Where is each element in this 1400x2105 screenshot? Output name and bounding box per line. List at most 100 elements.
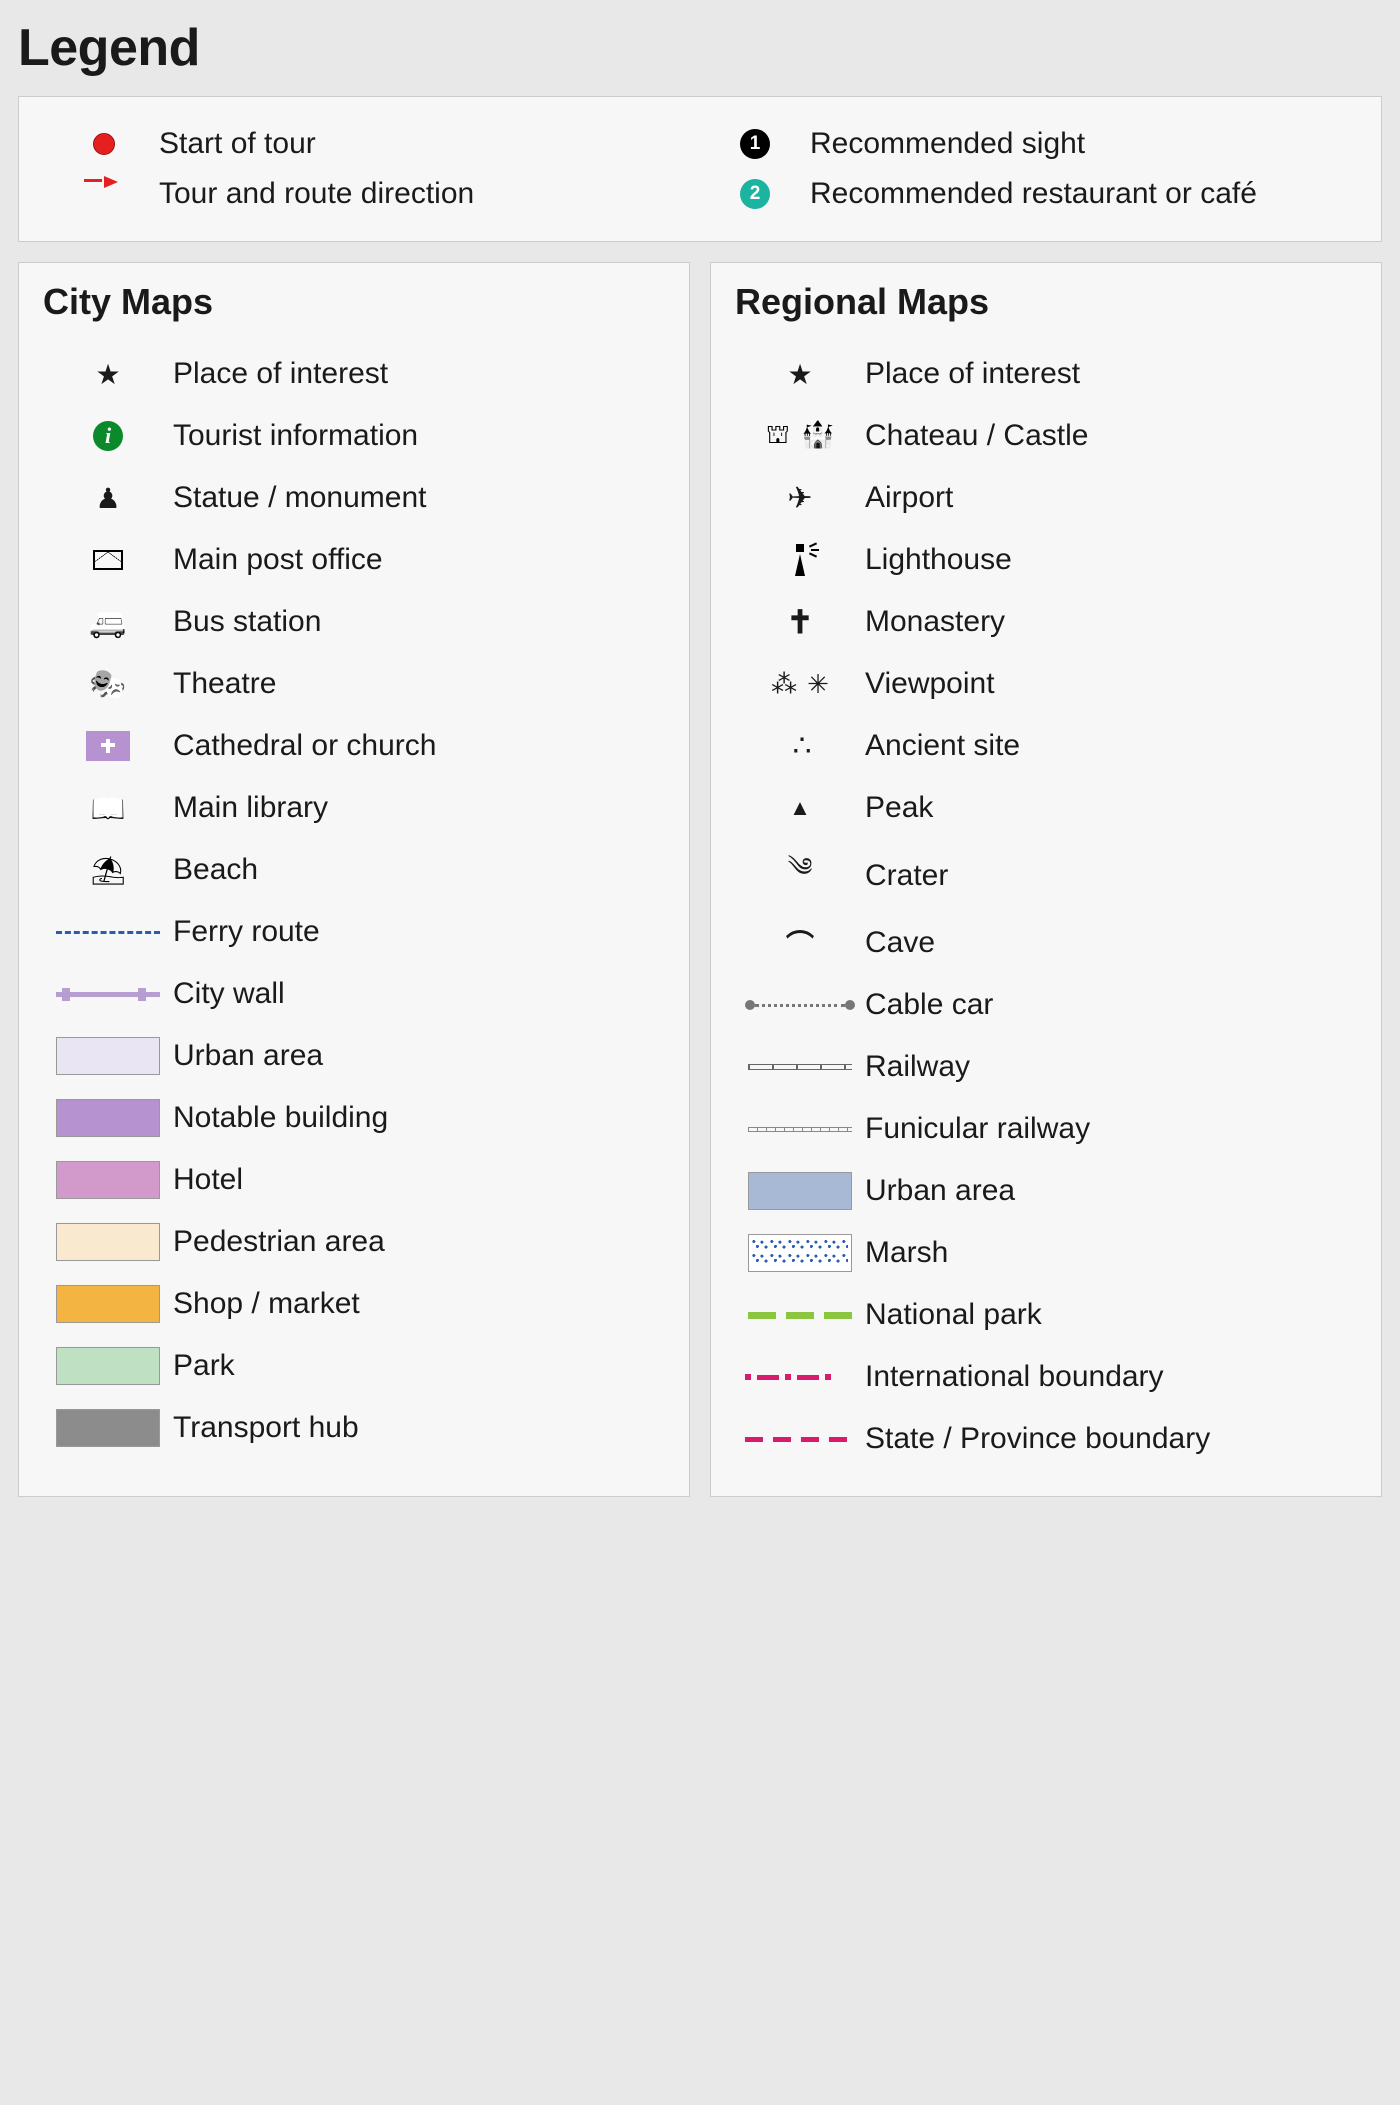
legend-row-shop: Shop / market [43,1273,665,1335]
legend-icon-cell: ∴ [735,729,865,764]
legend-row-intl-boundary: International boundary [735,1346,1357,1408]
monastery-icon: ✝ [787,603,814,641]
shop-swatch-icon [56,1285,160,1323]
park-swatch-icon [56,1347,160,1385]
legend-label: Main post office [173,541,391,579]
legend-label: Theatre [173,665,284,703]
legend-label: City wall [173,975,293,1013]
legend-label: Cave [865,924,943,962]
regional-maps-heading: Regional Maps [735,281,1357,323]
legend-row-post-office: Main post office [43,529,665,591]
legend-label: National park [865,1296,1050,1334]
bus-icon: 🚐 [89,605,126,640]
legend-row-tour-direction: Tour and route direction [49,169,700,219]
notable-building-swatch-icon [56,1099,160,1137]
legend-title: Legend [18,18,1382,78]
legend-label: Funicular railway [865,1110,1098,1148]
legend-icon-cell [735,1127,865,1132]
legend-label: Lighthouse [865,541,1020,579]
legend-icon-cell [735,1064,865,1070]
cable-car-icon [745,1000,855,1010]
legend-row-poi-city: ★Place of interest [43,343,665,405]
legend-icon-cell: ✈ [735,481,865,516]
railway-icon [748,1064,852,1070]
legend-label: Viewpoint [865,665,1003,703]
urban-city-swatch-icon [56,1037,160,1075]
legend-icon-cell [735,1000,865,1010]
legend-row-lighthouse: Lighthouse [735,529,1357,591]
legend-icon-cell: 🚐 [43,605,173,640]
legend-label: Chateau / Castle [865,417,1096,455]
star-icon: ★ [95,358,120,391]
intl-boundary-icon [745,1374,855,1380]
legend-row-cave: ⌒Cave [735,912,1357,974]
legend-row-ferry: Ferry route [43,901,665,963]
legend-label: Pedestrian area [173,1223,393,1261]
legend-icon-cell [43,1037,173,1075]
legend-icon-cell: ✝ [735,603,865,641]
legend-icon-cell [735,1437,865,1442]
legend-label: Hotel [173,1161,251,1199]
legend-row-theatre: 🎭 Theatre [43,653,665,715]
legend-row-airport: ✈Airport [735,467,1357,529]
legend-icon-cell [43,1409,173,1447]
legend-icon-cell [43,550,173,570]
legend-top-right: 1Recommended sight2Recommended restauran… [700,119,1351,219]
legend-row-peak: ▲Peak [735,777,1357,839]
ferry-line-icon [56,931,160,934]
legend-row-rec-resto: 2Recommended restaurant or café [700,169,1351,219]
legend-icon-cell [43,1223,173,1261]
legend-icon-cell: ★ [735,358,865,391]
legend-label: Ancient site [865,727,1028,765]
legend-label: Railway [865,1048,978,1086]
info-icon: i [93,421,123,451]
ancient-site-icon: ∴ [792,729,807,764]
legend-icon-cell: ★ [43,358,173,391]
legend-row-start-of-tour: Start of tour [49,119,700,169]
legend-label: Urban area [173,1037,331,1075]
legend-label: Recommended sight [810,125,1093,163]
legend-label: Place of interest [865,355,1088,393]
legend-row-church: Cathedral or church [43,715,665,777]
legend-row-notable-building: Notable building [43,1087,665,1149]
legend-label: Airport [865,479,961,517]
peak-icon: ▲ [789,795,811,821]
legend-top-panel: Start of tour Tour and route direction 1R… [18,96,1382,242]
legend-icon-cell: 1 [700,129,810,159]
legend-icon-cell: 2 [700,179,810,209]
legend-icon-cell [49,133,159,155]
legend-row-urban-region: Urban area [735,1160,1357,1222]
statue-icon: ♟ [95,482,120,515]
legend-row-viewpoint: ⁂✳Viewpoint [735,653,1357,715]
legend-row-pedestrian: Pedestrian area [43,1211,665,1273]
legend-row-statue: ♟Statue / monument [43,467,665,529]
legend-row-monastery: ✝Monastery [735,591,1357,653]
legend-label: International boundary [865,1358,1172,1396]
national-park-icon [748,1312,852,1319]
transport-swatch-icon [56,1409,160,1447]
pedestrian-swatch-icon [56,1223,160,1261]
legend-label: Park [173,1347,243,1385]
city-maps-heading: City Maps [43,281,665,323]
legend-row-rec-sight: 1Recommended sight [700,119,1351,169]
legend-icon-cell [43,992,173,997]
legend-row-city-wall: City wall [43,963,665,1025]
urban-region-swatch-icon [748,1172,852,1210]
legend-row-marsh: Marsh [735,1222,1357,1284]
legend-top-left: Start of tour Tour and route direction [49,119,700,219]
legend-label: Tour and route direction [159,175,482,213]
star-icon: ★ [787,358,812,391]
legend-icon-cell: 🎭 [43,667,173,702]
legend-icon-cell [43,931,173,934]
legend-icon-cell: ⛱ [43,854,173,887]
legend-row-ancient: ∴ Ancient site [735,715,1357,777]
legend-row-chateau: ⛫🏰Chateau / Castle [735,405,1357,467]
legend-label: Start of tour [159,125,324,163]
theatre-icon: 🎭 [89,667,126,702]
city-maps-list: ★Place of interestiTourist information♟S… [43,343,665,1459]
regional-maps-list: ★Place of interest⛫🏰Chateau / Castle✈Air… [735,343,1357,1470]
numbered-teal-icon: 2 [740,179,770,209]
legend-row-bus: 🚐Bus station [43,591,665,653]
library-icon: 📖 [91,792,126,825]
legend-label: Marsh [865,1234,956,1272]
